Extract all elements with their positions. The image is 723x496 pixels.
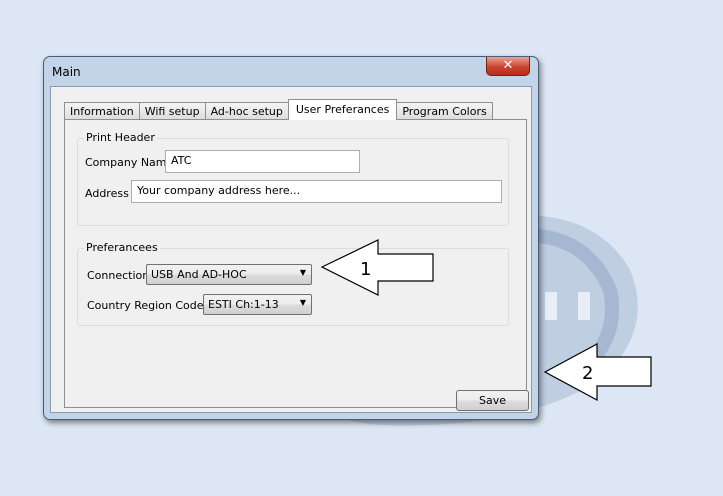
tab-strip: Information Wifi setup Ad-hoc setup User… — [64, 99, 493, 120]
title-bar: Main ✕ — [44, 57, 538, 87]
address-label: Address — [85, 187, 129, 200]
connection-select[interactable]: USB And AD-HOC ▼ — [146, 264, 312, 285]
tab-wifi-setup[interactable]: Wifi setup — [138, 102, 206, 120]
company-name-input[interactable]: ATC — [165, 150, 360, 173]
close-button[interactable]: ✕ — [486, 57, 530, 76]
callout-arrow-2: 2 — [543, 342, 652, 402]
tab-ad-hoc-setup[interactable]: Ad-hoc setup — [204, 102, 289, 120]
callout-number-2: 2 — [582, 363, 593, 384]
company-name-label: Company Name — [85, 156, 174, 169]
country-region-code-label: Country Region Code — [87, 299, 204, 312]
chevron-down-icon: ▼ — [299, 268, 306, 277]
chevron-down-icon: ▼ — [299, 298, 306, 307]
callout-number-1: 1 — [360, 259, 371, 280]
country-region-code-select[interactable]: ESTI Ch:1-13 ▼ — [203, 294, 312, 315]
main-window: Main ✕ Information Wifi setup Ad-hoc set… — [43, 56, 539, 420]
print-header-group: Print Header Company Name ATC Address Yo… — [77, 131, 509, 226]
address-input[interactable]: Your company address here... — [131, 180, 502, 203]
connection-value: USB And AD-HOC — [151, 268, 247, 281]
window-title: Main — [52, 65, 81, 79]
window-client-area: Information Wifi setup Ad-hoc setup User… — [50, 86, 532, 413]
tab-user-preferances[interactable]: User Preferances — [287, 99, 398, 120]
user-preferances-panel: Print Header Company Name ATC Address Yo… — [64, 119, 529, 411]
close-icon: ✕ — [502, 58, 514, 73]
tab-program-colors[interactable]: Program Colors — [396, 102, 493, 120]
callout-arrow-1: 1 — [320, 239, 434, 296]
save-button[interactable]: Save — [456, 390, 529, 411]
preferances-title: Preferancees — [84, 241, 160, 254]
preferances-group: Preferancees Connection USB And AD-HOC ▼… — [77, 241, 509, 326]
print-header-title: Print Header — [84, 131, 157, 144]
tab-information[interactable]: Information — [64, 102, 140, 120]
country-region-code-value: ESTI Ch:1-13 — [208, 298, 279, 311]
connection-label: Connection — [87, 269, 150, 282]
